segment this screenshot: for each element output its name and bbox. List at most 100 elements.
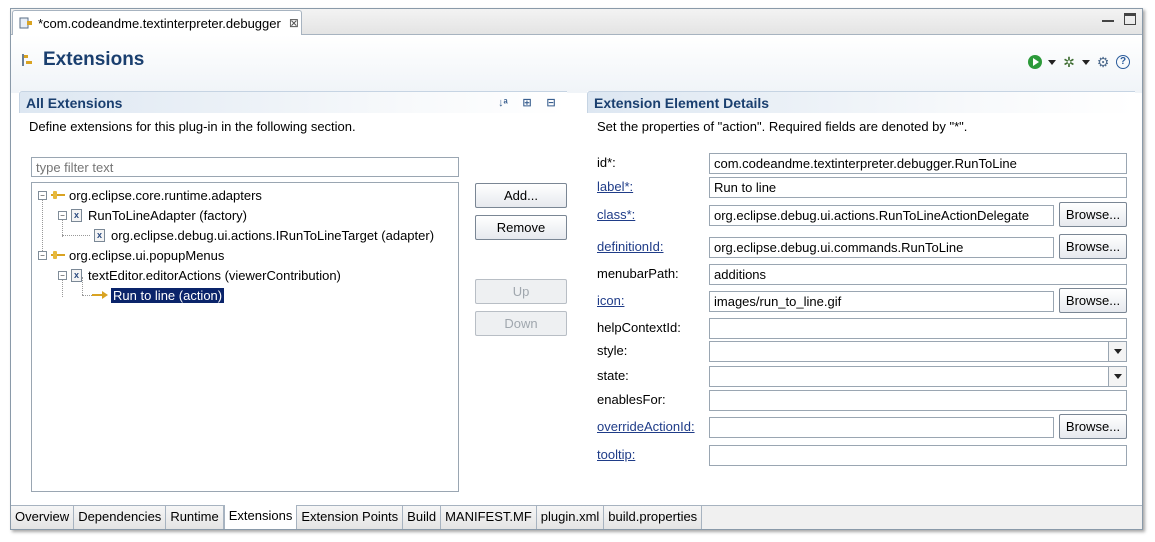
close-icon[interactable]: ⊠ [289, 16, 299, 30]
enablesfor-label: enablesFor: [597, 392, 666, 407]
section-description: Define extensions for this plug-in in th… [29, 119, 356, 134]
window-controls [1102, 13, 1136, 25]
section-title-bar: All Extensions ↓ᵃ ⊞ ⊟ [19, 91, 567, 113]
collapse-icon[interactable]: − [58, 210, 67, 220]
tree-item-label: RunToLineAdapter (factory) [88, 207, 247, 223]
overrideactionid-field[interactable] [709, 417, 1054, 438]
icon-field[interactable]: images/run_to_line.gif [709, 291, 1054, 312]
tab-extensions[interactable]: Extensions [223, 505, 298, 529]
up-button[interactable]: Up [475, 279, 567, 304]
filter-input[interactable] [31, 157, 459, 177]
tab-dependencies[interactable]: Dependencies [74, 506, 167, 529]
extension-element-details-section: Extension Element Details Set the proper… [587, 91, 1135, 491]
definitionid-field[interactable]: org.eclipse.debug.ui.commands.RunToLine [709, 237, 1054, 258]
definitionid-browse-button[interactable]: Browse... [1059, 234, 1127, 259]
help-icon[interactable]: ? [1116, 55, 1130, 69]
tree-item[interactable]: − org.eclipse.ui.popupMenus [38, 245, 224, 265]
class-link[interactable]: class*: [597, 205, 635, 225]
tree-item[interactable]: − org.eclipse.core.runtime.adapters [38, 185, 262, 205]
editor-page-tabs: Overview Dependencies Runtime Extensions… [11, 505, 1142, 529]
plugin-tools-icon[interactable]: ⚙ [1096, 55, 1110, 69]
style-label: style: [597, 343, 628, 358]
remove-button[interactable]: Remove [475, 215, 567, 240]
menubarpath-field[interactable]: additions [709, 264, 1127, 285]
page-title-text: Extensions [43, 49, 145, 70]
editor-tab[interactable]: *com.codeandme.textinterpreter.debugger … [12, 10, 302, 35]
overrideactionid-link[interactable]: overrideActionId: [597, 417, 695, 437]
collapse-icon[interactable]: − [58, 270, 67, 280]
section-description: Set the properties of "action". Required… [597, 119, 968, 134]
tree-item-label: org.eclipse.ui.popupMenus [69, 247, 225, 263]
form-header: Extensions ✲ ⚙ ? [11, 35, 1142, 93]
debug-dropdown-icon[interactable] [1082, 59, 1090, 65]
id-label: id*: [597, 155, 616, 170]
down-button[interactable]: Down [475, 311, 567, 336]
class-browse-button[interactable]: Browse... [1059, 202, 1127, 227]
extension-point-icon [51, 190, 65, 200]
element-icon: x [71, 208, 82, 222]
tree-line [62, 235, 90, 236]
tab-manifest[interactable]: MANIFEST.MF [441, 506, 537, 529]
tab-build-properties[interactable]: build.properties [604, 506, 703, 529]
editor-tab-bar: *com.codeandme.textinterpreter.debugger … [11, 9, 1142, 35]
tooltip-field[interactable] [709, 445, 1127, 466]
tree-item[interactable]: − x RunToLineAdapter (factory) [58, 205, 247, 225]
editor-tab-title: *com.codeandme.textinterpreter.debugger [38, 15, 281, 31]
extensions-icon [22, 54, 32, 66]
tree-item-selected[interactable]: Run to line (action) [92, 285, 225, 305]
page-title: Extensions [21, 49, 144, 71]
tree-item-label: Run to line (action) [111, 287, 225, 303]
extensions-tree[interactable]: − org.eclipse.core.runtime.adapters − x … [31, 182, 459, 492]
tab-runtime[interactable]: Runtime [166, 506, 224, 529]
enablesfor-field[interactable] [709, 390, 1127, 411]
id-field[interactable]: com.codeandme.textinterpreter.debugger.R… [709, 153, 1127, 174]
expand-all-icon[interactable]: ⊞ [519, 95, 535, 111]
tree-item[interactable]: x org.eclipse.debug.ui.actions.IRunToLin… [94, 225, 434, 245]
tree-item-label: org.eclipse.debug.ui.actions.IRunToLineT… [111, 227, 435, 243]
add-button[interactable]: Add... [475, 183, 567, 208]
chevron-down-icon[interactable] [1108, 367, 1126, 386]
tab-build[interactable]: Build [403, 506, 442, 529]
state-label: state: [597, 368, 629, 383]
chevron-down-icon[interactable] [1108, 342, 1126, 361]
run-icon[interactable] [1028, 55, 1042, 69]
class-field[interactable]: org.eclipse.debug.ui.actions.RunToLineAc… [709, 205, 1054, 226]
state-select[interactable] [709, 366, 1127, 387]
menubarpath-label: menubarPath: [597, 266, 679, 281]
section-toolbar: ↓ᵃ ⊞ ⊟ [495, 95, 559, 111]
tree-item-label: textEditor.editorActions (viewerContribu… [88, 267, 341, 283]
editor-window: *com.codeandme.textinterpreter.debugger … [10, 8, 1143, 530]
helpcontextid-label: helpContextId: [597, 320, 681, 335]
tab-plugin-xml[interactable]: plugin.xml [536, 506, 605, 529]
sort-icon[interactable]: ↓ᵃ [495, 95, 511, 111]
section-title: All Extensions [26, 94, 123, 111]
tab-extension-points[interactable]: Extension Points [297, 506, 404, 529]
collapse-icon[interactable]: − [38, 250, 47, 260]
section-title: Extension Element Details [594, 94, 770, 111]
tree-item-label: org.eclipse.core.runtime.adapters [69, 187, 262, 203]
action-icon [92, 290, 108, 300]
element-icon: x [71, 268, 82, 282]
tree-item[interactable]: − x textEditor.editorActions (viewerCont… [58, 265, 341, 285]
style-select[interactable] [709, 341, 1127, 362]
collapse-icon[interactable]: − [38, 190, 47, 200]
element-icon: x [94, 228, 105, 242]
icon-link[interactable]: icon: [597, 291, 624, 311]
section-title-bar: Extension Element Details [587, 91, 1135, 113]
plugin-icon [19, 17, 32, 29]
debug-icon[interactable]: ✲ [1062, 55, 1076, 69]
tooltip-link[interactable]: tooltip: [597, 445, 635, 465]
definitionid-link[interactable]: definitionId: [597, 237, 664, 257]
helpcontextid-field[interactable] [709, 318, 1127, 339]
extension-point-icon [51, 250, 65, 260]
maximize-icon[interactable] [1124, 13, 1136, 25]
label-field[interactable]: Run to line [709, 177, 1127, 198]
collapse-all-icon[interactable]: ⊟ [543, 95, 559, 111]
label-link[interactable]: label*: [597, 177, 633, 197]
icon-browse-button[interactable]: Browse... [1059, 288, 1127, 313]
minimize-icon[interactable] [1102, 15, 1114, 22]
tab-overview[interactable]: Overview [11, 506, 75, 529]
run-dropdown-icon[interactable] [1048, 59, 1056, 65]
overrideactionid-browse-button[interactable]: Browse... [1059, 414, 1127, 439]
all-extensions-section: All Extensions ↓ᵃ ⊞ ⊟ Define extensions … [19, 91, 567, 492]
